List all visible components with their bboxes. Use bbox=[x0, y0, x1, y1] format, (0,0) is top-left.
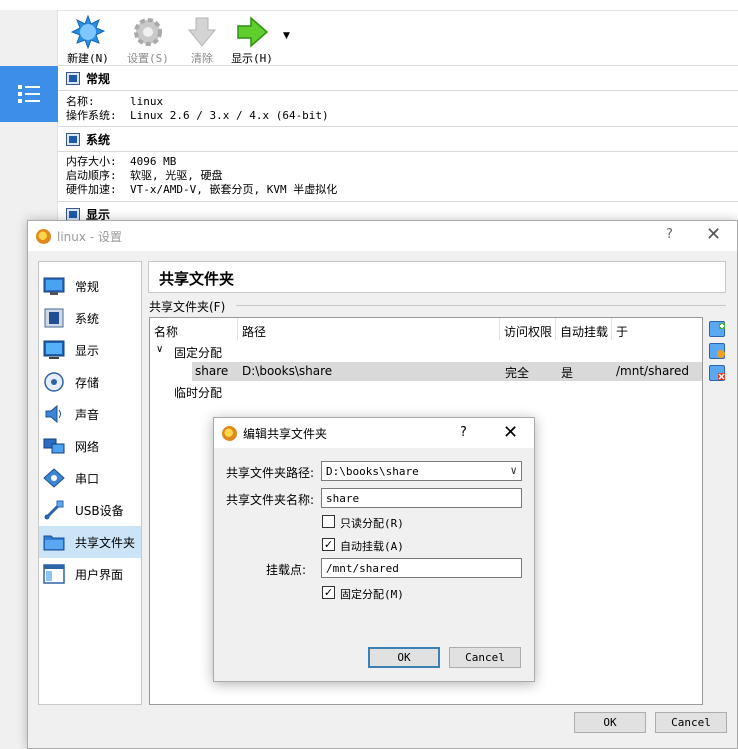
general-section-header[interactable]: 常规 bbox=[66, 70, 110, 87]
show-dropdown-icon[interactable]: ▼ bbox=[283, 31, 290, 41]
folder-name-label: 共享文件夹名称: bbox=[226, 493, 315, 507]
column-header-at[interactable]: 于 bbox=[612, 318, 702, 340]
readonly-checkbox[interactable] bbox=[322, 515, 335, 528]
mount-point-field[interactable]: /mnt/shared bbox=[321, 558, 522, 578]
edit-ok-button[interactable]: OK bbox=[368, 647, 440, 668]
settings-toolbar-button[interactable]: 设置(S) bbox=[118, 15, 178, 65]
ok-button[interactable]: OK bbox=[574, 712, 646, 733]
remove-shared-folder-icon[interactable] bbox=[709, 365, 725, 381]
system-section-header[interactable]: 系统 bbox=[66, 131, 110, 148]
edit-shared-folder-dialog: 编辑共享文件夹 ? ✕ 共享文件夹路径: D:\books\share ∨ 共享… bbox=[213, 417, 535, 682]
folder-path-combo[interactable]: D:\books\share ∨ bbox=[321, 461, 522, 481]
list-icon bbox=[18, 85, 40, 103]
system-section-icon bbox=[66, 133, 80, 146]
network-icon bbox=[43, 436, 65, 456]
nav-item-audio[interactable]: 声音 bbox=[39, 398, 141, 430]
manager-toolbar: 新建(N) 设置(S) 清除 显示(H) ▼ bbox=[58, 10, 738, 66]
close-icon[interactable]: ✕ bbox=[706, 224, 721, 245]
edit-dialog-title: 编辑共享文件夹 bbox=[243, 426, 328, 441]
machine-folders-group[interactable]: 固定分配 bbox=[174, 344, 222, 361]
new-star-icon bbox=[71, 15, 105, 49]
permanent-checkbox[interactable]: ✓ bbox=[322, 586, 335, 599]
page-title: 共享文件夹 bbox=[148, 261, 726, 293]
column-header-name[interactable]: 名称 bbox=[150, 318, 238, 340]
show-button[interactable]: 显示(H) bbox=[222, 15, 282, 65]
close-icon[interactable]: ✕ bbox=[503, 422, 518, 443]
settings-nav: 常规 系统 显示 存储 声音 网络 串口 USB设备 共享文件夹 用户界面 bbox=[38, 261, 142, 705]
general-icon bbox=[43, 276, 65, 296]
cancel-button[interactable]: Cancel bbox=[655, 712, 727, 733]
settings-toolbar-label: 设置(S) bbox=[127, 52, 169, 65]
detail-os: 操作系统: Linux 2.6 / 3.x / 4.x (64-bit) bbox=[66, 109, 329, 122]
system-section-title: 系统 bbox=[86, 133, 111, 147]
shared-folder-icon bbox=[43, 532, 65, 552]
virtualbox-icon bbox=[222, 425, 237, 441]
column-header-access[interactable]: 访问权限 bbox=[500, 318, 556, 340]
mount-point-label: 挂载点: bbox=[266, 563, 307, 577]
nav-item-display[interactable]: 显示 bbox=[39, 334, 141, 366]
general-section-title: 常规 bbox=[86, 72, 111, 86]
nav-item-usb[interactable]: USB设备 bbox=[39, 494, 141, 526]
detail-acceleration: 硬件加速: VT-x/AMD-V, 嵌套分页, KVM 半虚拟化 bbox=[66, 183, 338, 196]
row-access: 完全 bbox=[505, 366, 530, 380]
nav-item-serial[interactable]: 串口 bbox=[39, 462, 141, 494]
settings-titlebar[interactable]: linux - 设置 ? ✕ bbox=[28, 221, 737, 251]
gear-icon bbox=[134, 18, 162, 46]
usb-icon bbox=[43, 500, 65, 520]
serial-port-icon bbox=[43, 468, 65, 488]
divider bbox=[58, 90, 738, 91]
column-header-automount[interactable]: 自动挂载 bbox=[556, 318, 612, 340]
add-shared-folder-icon[interactable] bbox=[709, 321, 725, 337]
folder-path-label: 共享文件夹路径: bbox=[226, 466, 315, 480]
manager-vm-list-top bbox=[0, 0, 58, 10]
row-mount-point: /mnt/shared bbox=[616, 364, 689, 378]
automount-checkbox[interactable]: ✓ bbox=[322, 538, 335, 551]
storage-icon bbox=[43, 372, 65, 392]
row-path: D:\books\share bbox=[242, 364, 333, 378]
display-icon bbox=[43, 340, 65, 360]
edit-dialog-titlebar[interactable]: 编辑共享文件夹 ? ✕ bbox=[214, 418, 534, 448]
nav-item-storage[interactable]: 存储 bbox=[39, 366, 141, 398]
detail-boot-order: 启动顺序: 软驱, 光驱, 硬盘 bbox=[66, 169, 223, 182]
nav-item-shared-folders[interactable]: 共享文件夹 bbox=[39, 526, 141, 558]
system-icon bbox=[43, 308, 65, 328]
edit-shared-folder-icon[interactable] bbox=[709, 343, 725, 359]
edit-cancel-button[interactable]: Cancel bbox=[449, 647, 521, 668]
audio-icon bbox=[43, 404, 65, 424]
column-header-path[interactable]: 路径 bbox=[238, 318, 500, 340]
show-button-label: 显示(H) bbox=[231, 52, 273, 65]
general-section-icon bbox=[66, 72, 80, 85]
help-icon[interactable]: ? bbox=[666, 227, 673, 242]
nav-item-network[interactable]: 网络 bbox=[39, 430, 141, 462]
user-interface-icon bbox=[43, 564, 65, 584]
new-button[interactable]: 新建(N) bbox=[58, 15, 118, 65]
tools-list-item[interactable] bbox=[0, 66, 58, 122]
nav-item-system[interactable]: 系统 bbox=[39, 302, 141, 334]
readonly-label[interactable]: 只读分配(R) bbox=[340, 515, 404, 531]
virtualbox-icon bbox=[36, 228, 51, 244]
arrow-down-icon bbox=[187, 17, 217, 47]
detail-memory: 内存大小: 4096 MB bbox=[66, 155, 177, 168]
nav-item-general[interactable]: 常规 bbox=[39, 270, 141, 302]
transient-folders-group[interactable]: 临时分配 bbox=[174, 384, 222, 401]
folder-name-field[interactable]: share bbox=[321, 488, 522, 508]
row-name: share bbox=[195, 364, 229, 378]
divider bbox=[58, 151, 738, 152]
divider bbox=[58, 126, 738, 127]
shared-folders-group-label: 共享文件夹(F) bbox=[149, 300, 226, 314]
divider bbox=[236, 305, 726, 306]
help-icon[interactable]: ? bbox=[460, 425, 467, 440]
divider bbox=[58, 201, 738, 202]
chevron-down-icon[interactable]: ∨ bbox=[510, 464, 517, 477]
detail-name: 名称: linux bbox=[66, 95, 164, 108]
row-automount: 是 bbox=[561, 366, 574, 380]
automount-label[interactable]: 自动挂载(A) bbox=[340, 538, 404, 554]
permanent-label[interactable]: 固定分配(M) bbox=[340, 586, 404, 602]
manager-details: 常规 名称: linux 操作系统: Linux 2.6 / 3.x / 4.x (… bbox=[58, 66, 738, 226]
settings-title: linux - 设置 bbox=[57, 229, 122, 244]
arrow-right-icon bbox=[237, 16, 269, 48]
nav-item-user-interface[interactable]: 用户界面 bbox=[39, 558, 141, 590]
chevron-down-icon[interactable]: ∨ bbox=[156, 344, 163, 355]
new-button-label: 新建(N) bbox=[67, 52, 109, 65]
